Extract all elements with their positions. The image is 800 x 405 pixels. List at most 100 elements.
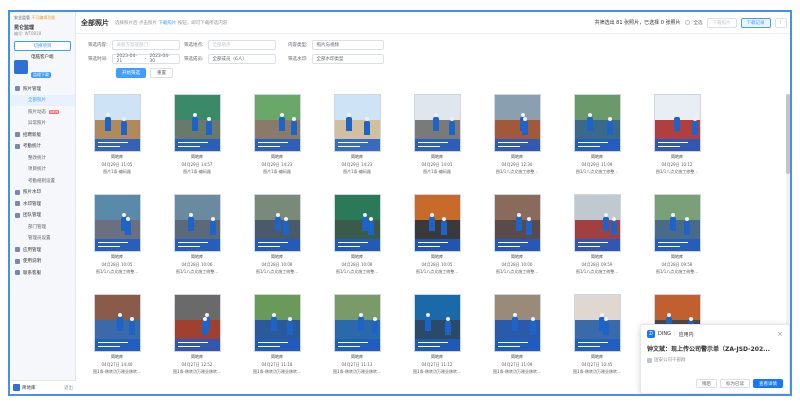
- photo-thumbnail[interactable]: [653, 194, 701, 252]
- sidebar-item-16[interactable]: 联系客服: [10, 267, 75, 279]
- photo-thumbnail[interactable]: [173, 294, 221, 352]
- photo-thumbnail[interactable]: [573, 194, 621, 252]
- photo-thumbnail[interactable]: [413, 194, 461, 252]
- sidebar-item-0[interactable]: 照片管理: [10, 83, 75, 95]
- logout-button[interactable]: 退出: [64, 385, 73, 391]
- photo-card[interactable]: 简地库 04月27日 11:13 图1条·移转功万建业移转...: [328, 294, 386, 375]
- sidebar-item-label: 异常照片: [28, 121, 46, 127]
- sidebar-item-15[interactable]: 使用说明: [10, 256, 75, 268]
- photo-card[interactable]: 简地库 04月28日 10:06 图1/1八点文施工修整...: [168, 194, 226, 275]
- photo-thumbnail[interactable]: [493, 294, 541, 352]
- filter-location-select[interactable]: 全部地点: [207, 40, 276, 50]
- sidebar-item-14[interactable]: 应用管理: [10, 244, 75, 256]
- sidebar-item-13[interactable]: 管理员设置: [10, 233, 75, 245]
- photo-desc: 图1条·移转功万建业移转...: [93, 369, 141, 374]
- photo-card[interactable]: 简地库 04月28日 10:08 图1/1八点文施工修整...: [248, 194, 306, 275]
- photo-card[interactable]: 简地库 04月29日 11:09 图1/1八点文施工修整...: [568, 94, 626, 175]
- download-photos-button[interactable]: 下载照片: [706, 17, 737, 28]
- photo-card[interactable]: 简地库 04月29日 14:23 图片1条·编码器: [248, 94, 306, 175]
- watermark-band: [574, 339, 620, 351]
- photo-card[interactable]: 简地库 04月27日 14:40 图1条·移转功万建业移转...: [88, 294, 146, 375]
- photo-card[interactable]: 简地库 04月27日 12:52 图1条·移转功万建业移转...: [168, 294, 226, 375]
- sidebar-item-7[interactable]: 项目统计: [10, 164, 75, 176]
- view-detail-button[interactable]: 查看详情: [753, 379, 783, 388]
- photo-thumbnail[interactable]: [93, 194, 141, 252]
- notification-title[interactable]: 钟文斌：现上传公司警示单（ZA-JSD-202...: [647, 344, 783, 353]
- photo-card[interactable]: 简地库 04月27日 10:45 图1条·移转功万建业移转...: [568, 294, 626, 375]
- photo-thumbnail[interactable]: [413, 94, 461, 152]
- search-button[interactable]: 开始筛选: [116, 68, 146, 78]
- sidebar-item-12[interactable]: 部门管理: [10, 221, 75, 233]
- sidebar-item-3[interactable]: 异常照片: [10, 118, 75, 130]
- scrollbar-thumb[interactable]: [786, 94, 790, 174]
- sidebar-item-9[interactable]: 照片水印: [10, 187, 75, 199]
- photo-thumbnail[interactable]: [333, 194, 381, 252]
- later-button[interactable]: 稍后: [696, 379, 717, 388]
- sidebar-item-4[interactable]: 招聘新版: [10, 129, 75, 141]
- sidebar-item-1[interactable]: 全部照片: [10, 94, 75, 106]
- photo-thumbnail[interactable]: [573, 294, 621, 352]
- photo-card[interactable]: 简地库 04月28日 09:58 图1/1八点文施工修整...: [648, 194, 706, 275]
- reset-button[interactable]: 重置: [150, 68, 173, 78]
- account-switch[interactable]: 简地库: [13, 384, 36, 391]
- sidebar-item-6[interactable]: 整改统计: [10, 152, 75, 164]
- photo-card[interactable]: 简地库 04月29日 14:01 图片1条·编码器: [408, 94, 466, 175]
- worker-figure: [515, 213, 522, 231]
- menu-group-icon: [15, 201, 20, 207]
- photo-card[interactable]: 简地库 04月29日 14:57 图片1条·编码器: [168, 94, 226, 175]
- photo-card[interactable]: 简地库 04月28日 10:05 图1/1八点文施工修整...: [408, 194, 466, 275]
- photo-card[interactable]: 简地库 04月29日 12:30 图1/1八点文施工修整...: [488, 94, 546, 175]
- photo-thumbnail[interactable]: [253, 194, 301, 252]
- photo-thumbnail[interactable]: [173, 194, 221, 252]
- sidebar-item-11[interactable]: 团队管理: [10, 210, 75, 222]
- photo-card[interactable]: 简地库 04月27日 11:09 图1条·移转功万建业移转...: [488, 294, 546, 375]
- photo-card[interactable]: 简地库 04月27日 11:18 图1条·移转功万建业移转...: [248, 294, 306, 375]
- sidebar-item-8[interactable]: 考勤规则设置: [10, 175, 75, 187]
- close-icon[interactable]: ×: [777, 330, 783, 338]
- photo-thumbnail[interactable]: [173, 94, 221, 152]
- download-records-button[interactable]: 下载记录: [740, 17, 771, 28]
- photo-author: 简地库: [191, 354, 203, 359]
- photo-card[interactable]: 简地库 04月29日 14:23 图片1条·编码器: [328, 94, 386, 175]
- photo-card[interactable]: 简地库 04月28日 10:05 图1/1八点文施工修整...: [88, 194, 146, 275]
- sidebar-item-5[interactable]: 考勤统计: [10, 141, 75, 153]
- photo-thumbnail[interactable]: [93, 294, 141, 352]
- filter-watermark-select[interactable]: 全部水印类型: [311, 54, 384, 64]
- worker-figure: [209, 217, 216, 235]
- worker-figure: [521, 117, 528, 135]
- hint-download-link[interactable]: 下载照片: [158, 21, 176, 26]
- photo-thumbnail[interactable]: [253, 94, 301, 152]
- photo-author: 简地库: [671, 254, 683, 259]
- photo-thumbnail[interactable]: [653, 94, 701, 152]
- sidebar-item-2[interactable]: 照片动态 NEW: [10, 106, 75, 118]
- switch-project-button[interactable]: 切换项目: [14, 41, 71, 51]
- photo-thumbnail[interactable]: [333, 294, 381, 352]
- photo-card[interactable]: 简地库 04月28日 10:08 图1/1八点文施工修整...: [328, 194, 386, 275]
- filter-type-select[interactable]: 照片与视频: [311, 40, 384, 50]
- photo-thumbnail[interactable]: [93, 94, 141, 152]
- photo-thumbnail[interactable]: [333, 94, 381, 152]
- photo-card[interactable]: 简地库 04月29日 11:05 图片1条·编码器: [88, 94, 146, 175]
- sidebar-item-10[interactable]: 水印管理: [10, 198, 75, 210]
- photo-author: 简地库: [591, 354, 603, 359]
- photo-card[interactable]: 简地库 04月28日 09:59 图1/1八点文施工修整...: [568, 194, 626, 275]
- photo-card[interactable]: 简地库 04月27日 11:12 图1条·移转功万建业移转...: [408, 294, 466, 375]
- select-all-radio[interactable]: [684, 20, 690, 25]
- filter-member-label: 筛选成员:: [184, 57, 204, 62]
- photo-thumbnail[interactable]: [573, 94, 621, 152]
- mark-read-button[interactable]: 标为已读: [720, 379, 750, 388]
- photo-thumbnail[interactable]: [413, 294, 461, 352]
- photo-card[interactable]: 简地库 04月29日 10:12 图1/1八点文施工修整...: [648, 94, 706, 175]
- photo-thumbnail[interactable]: [253, 294, 301, 352]
- filter-member-select[interactable]: 全部成员（6人）: [207, 54, 276, 64]
- photo-card[interactable]: 简地库 04月28日 10:00 图1/1八点文施工修整...: [488, 194, 546, 275]
- menu-group-icon: [15, 189, 20, 195]
- select-all-label[interactable]: 全选: [694, 20, 703, 26]
- photo-thumbnail[interactable]: [493, 194, 541, 252]
- photo-thumbnail[interactable]: [493, 94, 541, 152]
- user-card[interactable]: 电脑客户端 监理下载: [14, 55, 71, 78]
- more-options-button[interactable]: ⋮: [774, 17, 787, 28]
- filter-content-input[interactable]: 关联方案或部门: [111, 40, 180, 50]
- photo-desc: 图1条·移转功万建业移转...: [493, 369, 541, 374]
- date-range-picker[interactable]: 2023-04-21 - 2023-04-30: [111, 54, 180, 64]
